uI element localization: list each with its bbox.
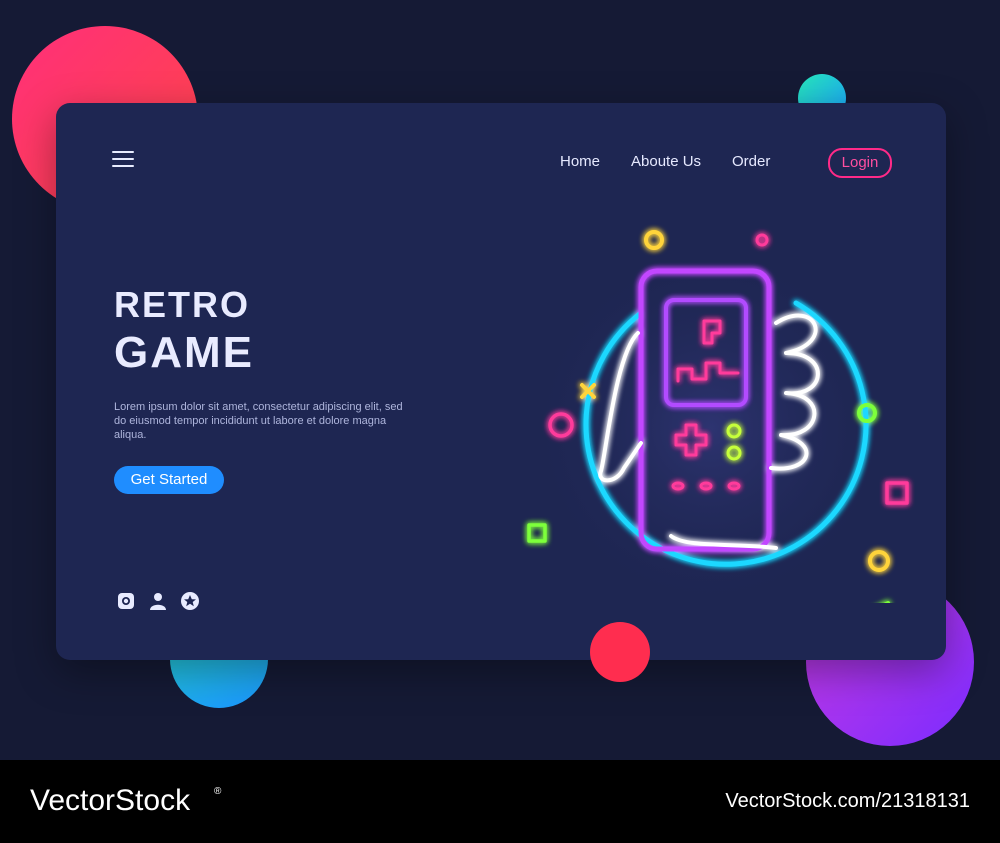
instagram-icon[interactable] (116, 591, 136, 611)
watermark-footer: VectorStock ® VectorStock.com/21318131 (0, 760, 1000, 843)
social-links (116, 591, 200, 611)
nav-link-about[interactable]: Aboute Us (631, 153, 701, 170)
star-icon[interactable] (180, 591, 200, 611)
landing-card: Home Aboute Us Order Login RETRO GAME Lo… (56, 103, 946, 660)
neon-handheld-console-illustration (521, 230, 909, 603)
top-navigation: Home Aboute Us Order (56, 153, 946, 173)
hero-title: RETRO GAME (114, 287, 254, 375)
nav-link-home[interactable]: Home (560, 153, 600, 170)
svg-text:VectorStock: VectorStock (30, 784, 191, 817)
get-started-button[interactable]: Get Started (114, 466, 224, 494)
svg-text:®: ® (214, 786, 222, 797)
page-background: Home Aboute Us Order Login RETRO GAME Lo… (0, 0, 1000, 760)
vectorstock-logo: VectorStock ® (30, 784, 222, 817)
decor-circle-red-small (590, 622, 650, 682)
hero-title-line2: GAME (114, 328, 254, 377)
user-icon[interactable] (148, 591, 168, 611)
login-button[interactable]: Login (828, 148, 892, 178)
hero-description: Lorem ipsum dolor sit amet, consectetur … (114, 401, 403, 441)
nav-link-order[interactable]: Order (732, 153, 770, 170)
hero-title-line1: RETRO (114, 284, 250, 325)
image-id: VectorStock.com/21318131 (725, 790, 970, 812)
